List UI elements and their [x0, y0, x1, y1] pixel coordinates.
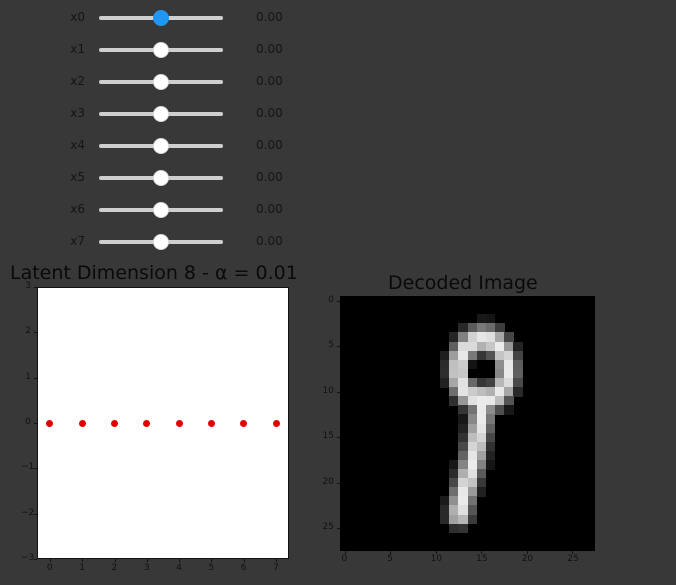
x-tick-label: 7 [273, 563, 279, 573]
x-tick-mark [114, 559, 116, 562]
slider-handle[interactable] [153, 170, 169, 186]
slider-x3[interactable]: x3 0.00 [0, 102, 300, 126]
y-tick-label: 20 [322, 476, 334, 487]
slider-value: 0.00 [256, 74, 283, 88]
slider-label: x5 [70, 170, 85, 184]
x-tick-mark [211, 559, 213, 562]
y-tick-label: −3 [21, 553, 35, 563]
image-pixel [458, 523, 469, 534]
data-point [78, 419, 86, 427]
y-tick-mark [337, 391, 340, 393]
x-tick-label: 2 [111, 563, 118, 573]
slider-x0[interactable]: x0 0.00 [0, 6, 300, 30]
x-tick-mark [146, 559, 148, 562]
slider-value: 0.00 [256, 138, 283, 152]
image-pixel [476, 487, 487, 497]
y-tick-label: 10 [322, 385, 334, 396]
data-point [111, 419, 119, 427]
slider-handle[interactable] [153, 138, 169, 154]
data-point [240, 419, 248, 427]
x-tick-label: 6 [240, 563, 247, 573]
slider-handle[interactable] [153, 42, 169, 58]
y-tick-mark [34, 423, 37, 424]
image-pixel [485, 459, 496, 470]
x-tick-mark [276, 559, 278, 562]
data-point [46, 419, 54, 427]
x-tick-mark [82, 559, 84, 562]
slider-x7[interactable]: x7 0.00 [0, 230, 300, 254]
data-point [207, 419, 215, 427]
slider-x1[interactable]: x1 0.00 [0, 38, 300, 62]
x-tick-label: 25 [567, 554, 579, 564]
y-tick-label: 1 [25, 371, 31, 382]
image-pixel [513, 387, 523, 397]
x-tick-mark [179, 559, 181, 562]
slider-value: 0.00 [256, 202, 283, 216]
x-tick-label: 0 [46, 563, 53, 573]
x-tick-label: 1 [79, 563, 85, 573]
slider-label: x4 [70, 138, 85, 152]
slider-handle[interactable] [153, 106, 169, 122]
image-pixel [467, 359, 478, 370]
y-tick-label: 2 [25, 326, 31, 337]
y-tick-label: 0 [328, 294, 334, 305]
y-tick-mark [34, 332, 37, 334]
x-tick-mark [49, 559, 51, 562]
y-tick-mark [337, 346, 340, 348]
x-tick-label: 4 [176, 563, 182, 573]
slider-x5[interactable]: x5 0.00 [0, 166, 300, 190]
x-tick-label: 5 [387, 554, 393, 564]
x-tick-label: 10 [430, 554, 443, 564]
y-tick-mark [34, 377, 37, 379]
slider-x6[interactable]: x6 0.00 [0, 198, 300, 222]
image-pixel [467, 514, 478, 525]
slider-label: x2 [70, 74, 85, 88]
slider-value: 0.00 [256, 170, 283, 184]
slider-label: x0 [70, 10, 85, 24]
data-point [143, 419, 151, 427]
image-pixel [503, 405, 514, 415]
y-tick-label: 0 [25, 417, 31, 427]
slider-value: 0.00 [256, 106, 283, 120]
x-tick-label: 3 [143, 563, 150, 573]
slider-label: x3 [70, 106, 85, 120]
y-tick-label: −2 [21, 507, 35, 518]
y-tick-mark [337, 437, 340, 439]
slider-handle[interactable] [153, 234, 169, 250]
y-tick-label: 5 [328, 340, 334, 351]
slider-value: 0.00 [256, 234, 283, 248]
x-tick-mark [243, 559, 245, 562]
y-tick-mark [337, 482, 340, 484]
x-tick-label: 0 [341, 554, 348, 564]
slider-value: 0.00 [256, 42, 283, 56]
y-tick-mark [34, 468, 37, 470]
y-tick-label: −1 [21, 462, 35, 473]
x-tick-label: 20 [521, 554, 534, 564]
scatter-plot [37, 287, 289, 559]
slider-x2[interactable]: x2 0.00 [0, 70, 300, 94]
y-tick-label: 25 [322, 522, 334, 533]
y-tick-label: 3 [25, 281, 31, 291]
y-tick-label: 15 [322, 431, 334, 442]
image-title: Decoded Image [388, 272, 538, 294]
x-tick-label: 5 [208, 563, 215, 573]
y-tick-mark [34, 513, 37, 515]
data-point [175, 419, 183, 427]
slider-value: 0.00 [256, 10, 283, 24]
slider-label: x6 [70, 202, 85, 216]
data-point [272, 419, 280, 427]
y-tick-mark [34, 287, 37, 288]
x-tick-label: 15 [476, 554, 488, 564]
slider-handle[interactable] [153, 74, 169, 90]
y-tick-mark [337, 528, 340, 530]
slider-label: x1 [70, 42, 85, 56]
decoded-image [340, 296, 595, 551]
slider-handle[interactable] [153, 202, 169, 218]
scatter-title: Latent Dimension 8 - α = 0.01 [10, 262, 298, 284]
slider-handle[interactable] [153, 10, 169, 26]
y-tick-mark [337, 300, 340, 302]
slider-x4[interactable]: x4 0.00 [0, 134, 300, 158]
slider-label: x7 [70, 234, 85, 248]
y-tick-mark [34, 559, 37, 560]
